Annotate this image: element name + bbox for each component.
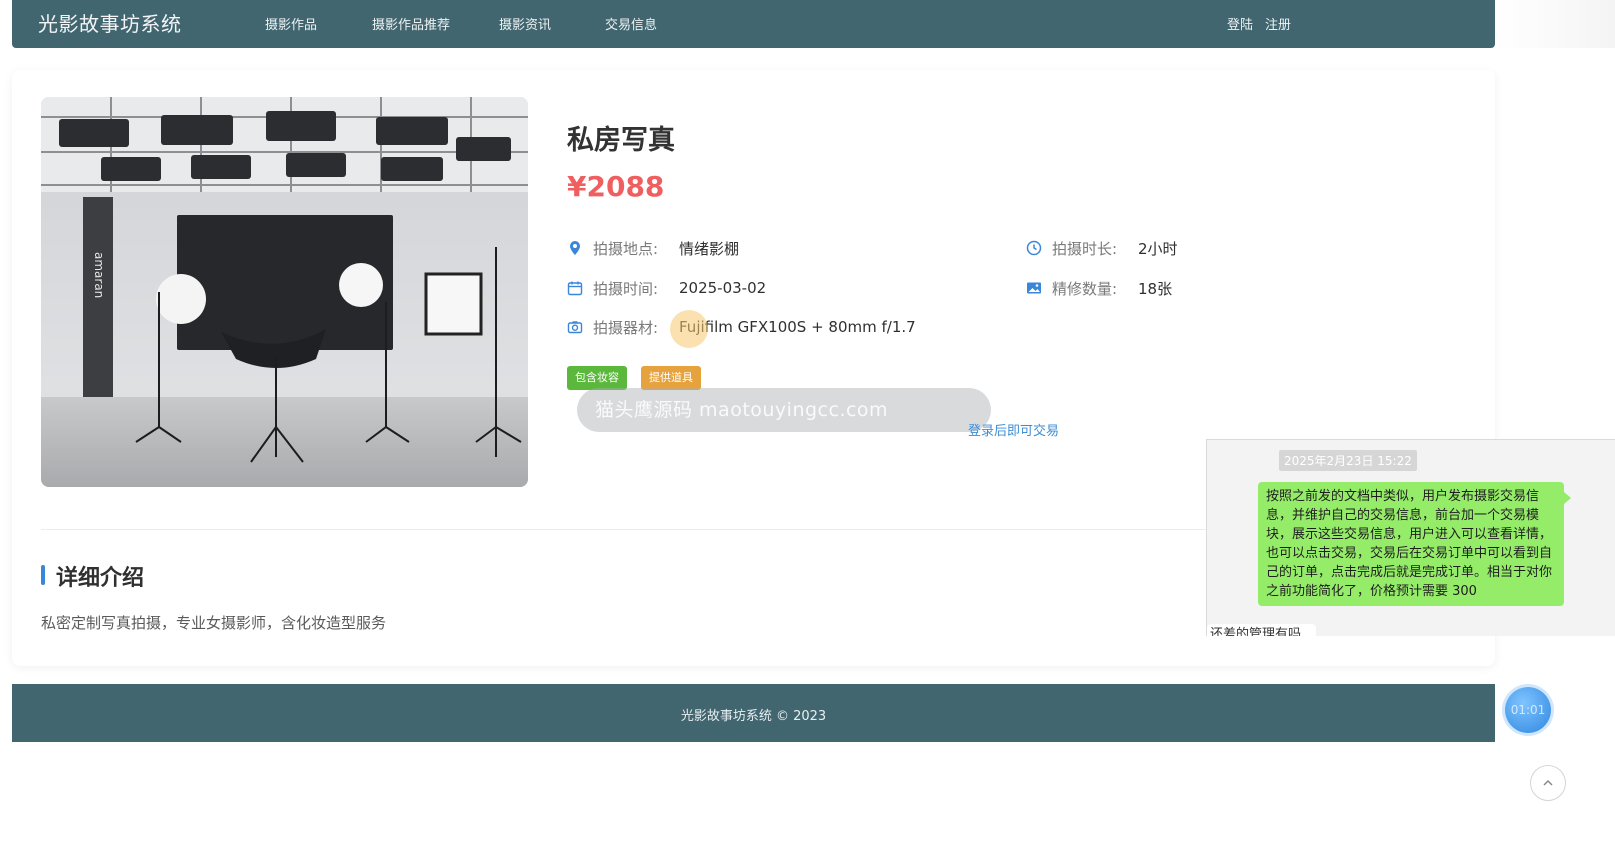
info-location: 拍摄地点: 情绪影棚 [567,237,739,259]
shoot-time-label: 拍摄时间: [593,279,659,298]
register-link[interactable]: 注册 [1265,14,1291,33]
back-to-top-button[interactable] [1530,765,1566,801]
cursor-highlight [670,310,708,348]
details-heading: 详细介绍 [56,566,145,591]
clock-icon [1026,240,1042,256]
studio-image: amaran [41,97,528,487]
chat-partial-reply: 还差的管理有吗 [1207,624,1316,636]
recording-timer[interactable]: 01:01 [1505,687,1551,733]
section-divider [41,529,1206,530]
gear-label: 拍摄器材: [593,318,659,337]
image-brand-text: amaran [92,252,106,298]
info-duration: 拍摄时长: 2小时 [1026,237,1178,259]
nav-item-works[interactable]: 摄影作品 [265,14,317,33]
login-link[interactable]: 登陆 [1227,14,1253,33]
product-price: ¥2088 [567,170,665,203]
shoot-time-value: 2025-03-02 [679,279,767,297]
retouch-value: 18张 [1138,279,1173,298]
info-retouch: 精修数量: 18张 [1026,277,1172,299]
info-gear: 拍摄器材: Fujifilm GFX100S + 80mm f/1.7 [567,316,916,338]
section-accent-bar [41,565,45,585]
page-footer: 光影故事坊系统 © 2023 [12,684,1495,742]
tag-props: 提供道具 [641,366,701,390]
chat-message-bubble: 按照之前发的文档中类似，用户发布摄影交易信息，并维护自己的交易信息，前台加一个交… [1258,482,1564,606]
gear-value: Fujifilm GFX100S + 80mm f/1.7 [679,318,916,336]
footer-copyright: 光影故事坊系统 © 2023 [680,709,827,724]
chevron-up-icon [1542,774,1554,793]
calendar-icon [567,280,583,296]
top-navbar: 光影故事坊系统 摄影作品 摄影作品推荐 摄影资讯 交易信息 登陆 注册 [12,0,1495,48]
location-label: 拍摄地点: [593,239,659,258]
nav-item-news[interactable]: 摄影资讯 [499,14,551,33]
duration-label: 拍摄时长: [1052,239,1118,258]
location-pin-icon [567,240,583,256]
nav-item-trades[interactable]: 交易信息 [605,14,657,33]
product-photo: amaran [41,97,528,487]
tag-makeup: 包含妆容 [567,366,627,390]
location-value: 情绪影棚 [679,239,740,258]
brand-title[interactable]: 光影故事坊系统 [38,8,182,37]
duration-value: 2小时 [1138,239,1178,258]
login-to-trade-link[interactable]: 登录后即可交易 [968,420,1059,439]
watermark-overlay: 猫头鹰源码 maotouyingcc.com [577,388,991,432]
nav-item-recommended[interactable]: 摄影作品推荐 [372,14,450,33]
retouch-label: 精修数量: [1052,279,1118,298]
image-icon [1026,280,1042,296]
details-description: 私密定制写真拍摄，专业女摄影师，含化妆造型服务 [41,614,387,632]
chat-overlay: 2025年2月23日 15:22 按照之前发的文档中类似，用户发布摄影交易信息，… [1206,439,1615,636]
window-edge-shade [1495,0,1615,48]
camera-icon [567,319,583,335]
info-shoot-time: 拍摄时间: 2025-03-02 [567,277,766,299]
chat-timestamp: 2025年2月23日 15:22 [1279,450,1417,471]
product-title: 私房写真 [567,125,675,156]
chat-bubble-tail [1564,492,1571,504]
